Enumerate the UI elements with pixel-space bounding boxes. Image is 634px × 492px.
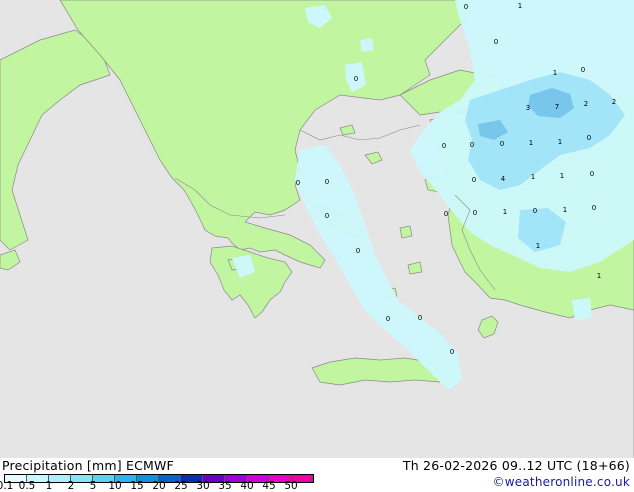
legend-tick-label: 0.1 xyxy=(0,480,14,492)
value-label: 1 xyxy=(597,272,601,280)
value-label: 1 xyxy=(503,208,507,216)
value-label: 1 xyxy=(531,173,535,181)
value-label: 0 xyxy=(587,134,591,142)
legend-tick-label: 2 xyxy=(67,480,75,492)
value-label: 1 xyxy=(553,69,557,77)
value-label: 0 xyxy=(325,212,329,220)
value-label: 0 xyxy=(533,207,537,215)
value-label: 0 xyxy=(356,247,360,255)
legend-tick-label: 5 xyxy=(89,480,97,492)
legend-tick-label: 20 xyxy=(152,480,166,492)
product-title: Precipitation [mm] ECMWF xyxy=(2,458,174,473)
legend-labels: 0.10.5125101520253035404550 xyxy=(0,480,340,492)
legend-tick-label: 15 xyxy=(130,480,144,492)
value-label: 1 xyxy=(563,206,567,214)
value-label: 0 xyxy=(592,204,596,212)
value-label: 0 xyxy=(500,140,504,148)
value-label: 0 xyxy=(450,348,454,356)
legend-tick-label: 50 xyxy=(284,480,298,492)
legend-tick-label: 10 xyxy=(108,480,122,492)
value-label: 2 xyxy=(612,98,616,106)
valid-time: Th 26-02-2026 09..12 UTC (18+66) xyxy=(402,458,630,473)
legend-tick-label: 45 xyxy=(262,480,276,492)
value-label: 1 xyxy=(560,172,564,180)
land-island-2 xyxy=(399,225,413,239)
value-label: 0 xyxy=(472,176,476,184)
rain-patch-3 xyxy=(360,38,374,52)
map-footer: Precipitation [mm] ECMWF Th 26-02-2026 0… xyxy=(0,458,634,492)
value-label: 1 xyxy=(529,139,533,147)
legend-tick-label: 0.5 xyxy=(18,480,36,492)
value-label: 0 xyxy=(296,179,300,187)
legend-tick-label: 1 xyxy=(45,480,53,492)
legend-tick-label: 30 xyxy=(196,480,210,492)
value-label: 0 xyxy=(386,315,390,323)
rain-patch-5 xyxy=(572,298,592,320)
value-label: 0 xyxy=(581,66,585,74)
value-label: 0 xyxy=(494,38,498,46)
value-label: 4 xyxy=(501,175,506,183)
value-label: 0 xyxy=(354,75,358,83)
value-label: 1 xyxy=(558,138,562,146)
legend-tick-label: 35 xyxy=(218,480,232,492)
value-label: 0 xyxy=(464,3,468,11)
value-label: 0 xyxy=(444,210,448,218)
value-label: 3 xyxy=(526,104,530,112)
precipitation-map: 1 0 0 1 0 3 7 2 2 0 0 0 0 1 1 0 0 4 1 1 … xyxy=(0,0,634,458)
credit-link[interactable]: ©weatheronline.co.uk xyxy=(493,475,630,489)
value-label: 0 xyxy=(418,314,422,322)
legend-tick-label: 40 xyxy=(240,480,254,492)
forecast-map-view: 1 0 0 1 0 3 7 2 2 0 0 0 0 1 1 0 0 4 1 1 … xyxy=(0,0,634,492)
value-label: 0 xyxy=(590,170,594,178)
value-label: 1 xyxy=(536,242,540,250)
value-label: 0 xyxy=(473,209,477,217)
legend-tick-label: 25 xyxy=(174,480,188,492)
value-label: 0 xyxy=(325,178,329,186)
value-label: 0 xyxy=(470,141,474,149)
value-label: 7 xyxy=(555,103,559,111)
value-label: 1 xyxy=(518,2,522,10)
value-label: 0 xyxy=(442,142,446,150)
value-label: 2 xyxy=(584,100,588,108)
